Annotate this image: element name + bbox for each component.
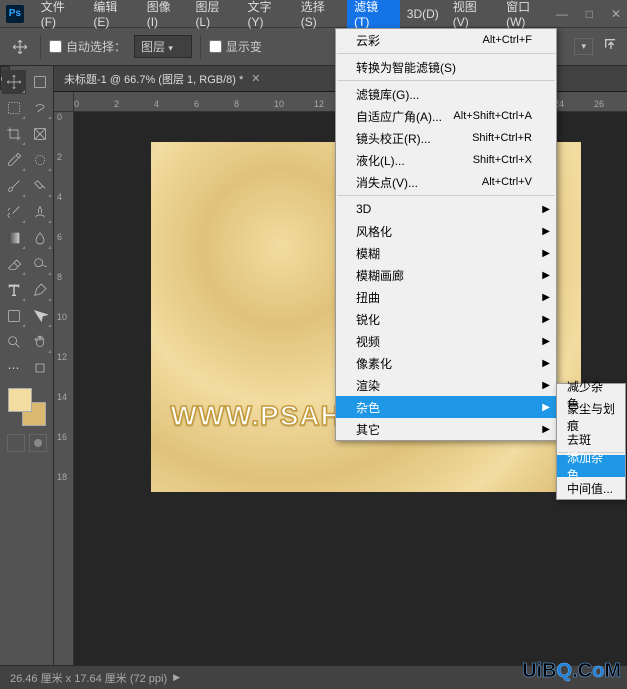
- filter-item[interactable]: 自适应广角(A)...Alt+Shift+Ctrl+A: [336, 105, 556, 127]
- mask-mode-quick[interactable]: [29, 434, 47, 452]
- document-tab-title: 未标题-1 @ 66.7% (图层 1, RGB/8) *: [64, 71, 243, 87]
- tool-brush[interactable]: [2, 174, 26, 198]
- color-swatches[interactable]: [8, 388, 46, 426]
- tool-lasso[interactable]: [28, 96, 52, 120]
- menu-window[interactable]: 窗口(W): [499, 0, 556, 28]
- tool-marquee[interactable]: [2, 96, 26, 120]
- filter-submenu-item[interactable]: 3D▶: [336, 198, 556, 220]
- left-toolbar: ⋯: [0, 66, 54, 665]
- tool-shape[interactable]: [2, 304, 26, 328]
- show-transform-label: 显示变: [226, 38, 262, 55]
- menu-view[interactable]: 视图(V): [446, 0, 499, 28]
- tool-clone[interactable]: [28, 200, 52, 224]
- filter-item[interactable]: 滤镜库(G)...: [336, 83, 556, 105]
- menu-separator: [337, 195, 555, 196]
- filter-last-shortcut: Alt+Ctrl+F: [482, 34, 532, 46]
- filter-item[interactable]: 镜头校正(R)...Shift+Ctrl+R: [336, 127, 556, 149]
- filter-submenu-item[interactable]: 模糊▶: [336, 242, 556, 264]
- ruler-corner: [54, 92, 74, 112]
- ruler-vertical[interactable]: 024681012141618: [54, 112, 74, 665]
- tool-eraser[interactable]: [2, 252, 26, 276]
- menu-edit[interactable]: 编辑(E): [86, 0, 139, 28]
- menu-separator: [337, 53, 555, 54]
- menu-separator: [337, 80, 555, 81]
- show-transform-checkbox[interactable]: 显示变: [209, 38, 262, 55]
- tool-path[interactable]: [28, 304, 52, 328]
- noise-item[interactable]: 添加杂色..: [557, 455, 625, 477]
- tool-wand[interactable]: [28, 148, 52, 172]
- minimize-icon[interactable]: ―: [556, 7, 568, 21]
- app-logo: Ps: [6, 5, 24, 23]
- filter-item[interactable]: 液化(L)...Shift+Ctrl+X: [336, 149, 556, 171]
- filter-smart[interactable]: 转换为智能滤镜(S): [336, 56, 556, 78]
- menu-file[interactable]: 文件(F): [34, 0, 87, 28]
- tool-history-brush[interactable]: [2, 200, 26, 224]
- menu-image[interactable]: 图像(I): [140, 0, 189, 28]
- filter-submenu-item[interactable]: 其它▶: [336, 418, 556, 440]
- menu-text[interactable]: 文字(Y): [240, 0, 293, 28]
- tool-dodge[interactable]: [28, 252, 52, 276]
- filter-last[interactable]: 云彩 Alt+Ctrl+F: [336, 29, 556, 51]
- titlebar: Ps 文件(F) 编辑(E) 图像(I) 图层(L) 文字(Y) 选择(S) 滤…: [0, 0, 627, 28]
- tool-more[interactable]: ⋯: [2, 356, 26, 380]
- foreground-swatch[interactable]: [8, 388, 32, 412]
- auto-select-label: 自动选择：: [66, 38, 126, 55]
- filter-submenu-item[interactable]: 锐化▶: [336, 308, 556, 330]
- tool-zoom[interactable]: [2, 330, 26, 354]
- tool-heal[interactable]: [28, 174, 52, 198]
- tool-hand[interactable]: [28, 330, 52, 354]
- menu-select[interactable]: 选择(S): [294, 0, 347, 28]
- status-arrow-icon[interactable]: ▶: [173, 672, 180, 683]
- menu-layer[interactable]: 图层(L): [188, 0, 240, 28]
- close-icon[interactable]: ✕: [611, 7, 621, 21]
- tool-frame[interactable]: [28, 122, 52, 146]
- tool-edit-toolbar[interactable]: [28, 356, 52, 380]
- tool-gradient[interactable]: [2, 226, 26, 250]
- noise-item[interactable]: 蒙尘与划痕: [557, 406, 625, 428]
- tool-eyedropper[interactable]: [2, 148, 26, 172]
- tool-blur[interactable]: [28, 226, 52, 250]
- maximize-icon[interactable]: □: [586, 7, 593, 21]
- filter-submenu-item[interactable]: 像素化▶: [336, 352, 556, 374]
- filter-last-label: 云彩: [356, 32, 380, 49]
- site-brand: UiBQ.CoM: [522, 660, 621, 683]
- filter-submenu-item[interactable]: 视频▶: [336, 330, 556, 352]
- filter-item[interactable]: 消失点(V)...Alt+Ctrl+V: [336, 171, 556, 193]
- status-text: 26.46 厘米 x 17.64 厘米 (72 ppi): [10, 670, 167, 686]
- tool-artboard[interactable]: [28, 70, 52, 94]
- filter-submenu-item[interactable]: 模糊画廊▶: [336, 264, 556, 286]
- filter-submenu-item[interactable]: 杂色▶: [336, 396, 556, 418]
- auto-select-checkbox[interactable]: 自动选择：: [49, 38, 126, 55]
- layer-select-dropdown[interactable]: 图层 ▾: [134, 35, 192, 58]
- tool-crop[interactable]: [2, 122, 26, 146]
- menu-3d[interactable]: 3D(D): [400, 0, 446, 28]
- share-icon[interactable]: [603, 37, 619, 56]
- tool-move[interactable]: [2, 70, 26, 94]
- filter-menu-dropdown: 云彩 Alt+Ctrl+F 转换为智能滤镜(S) 滤镜库(G)...自适应广角(…: [335, 28, 557, 441]
- tool-type[interactable]: [2, 278, 26, 302]
- tool-pen[interactable]: [28, 278, 52, 302]
- filter-submenu-item[interactable]: 风格化▶: [336, 220, 556, 242]
- tab-close-icon[interactable]: ✕: [251, 72, 260, 85]
- noise-submenu: 减少杂色..蒙尘与划痕去斑添加杂色..中间值...: [556, 383, 626, 500]
- move-tool-icon[interactable]: [8, 35, 32, 59]
- filter-submenu-item[interactable]: 渲染▶: [336, 374, 556, 396]
- mask-mode-standard[interactable]: [7, 434, 25, 452]
- filter-submenu-item[interactable]: 扭曲▶: [336, 286, 556, 308]
- workspace-dropdown-icon[interactable]: ▾: [574, 38, 593, 55]
- menu-filter[interactable]: 滤镜(T): [347, 0, 400, 28]
